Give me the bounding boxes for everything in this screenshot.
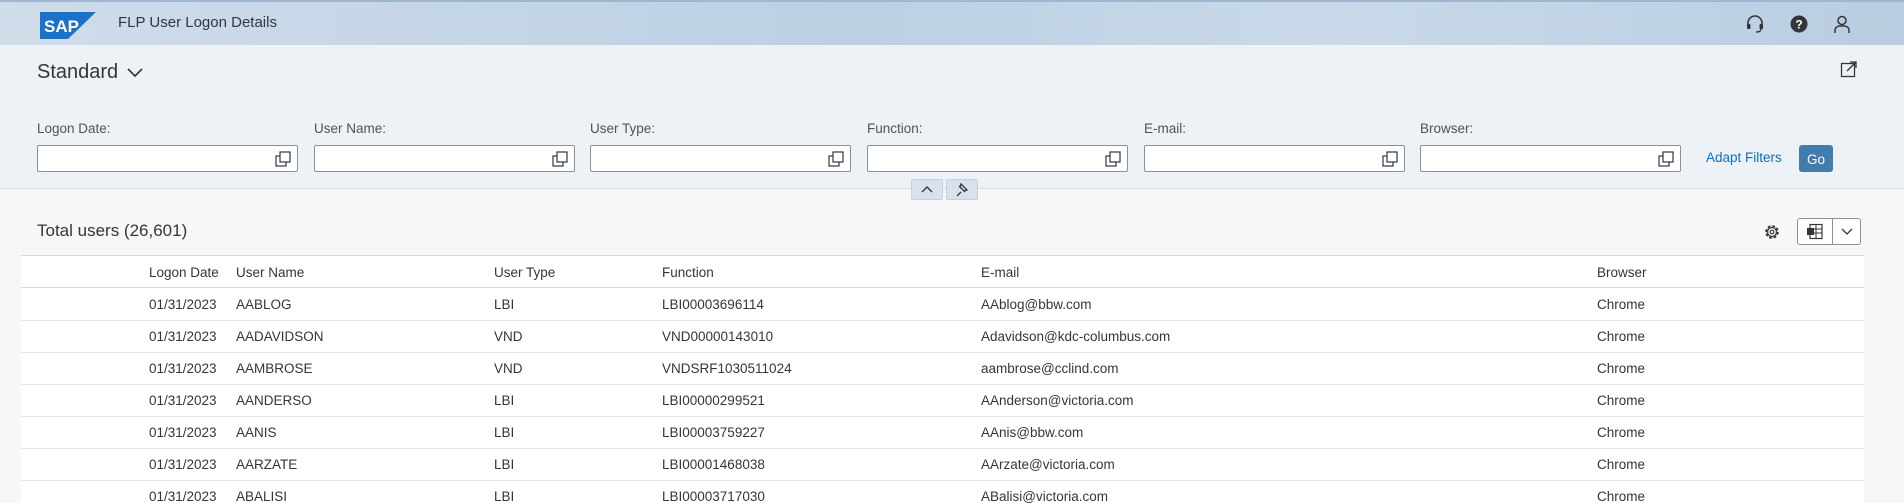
column-header-function[interactable]: Function bbox=[662, 265, 714, 280]
cell-browser: Chrome bbox=[1597, 361, 1646, 376]
user-icon[interactable] bbox=[1832, 14, 1852, 34]
cell-browser: Chrome bbox=[1597, 425, 1646, 440]
cell-function: LBI00001468038 bbox=[662, 457, 765, 472]
column-header-user-name[interactable]: User Name bbox=[236, 265, 304, 280]
cell-user-name: AARZATE bbox=[236, 457, 298, 472]
cell-logon-date: 01/31/2023 bbox=[149, 329, 217, 344]
cell-user-type: LBI bbox=[494, 297, 515, 312]
chevron-down-icon[interactable] bbox=[126, 67, 144, 79]
pin-header-button[interactable] bbox=[946, 179, 978, 200]
variant-name[interactable]: Standard bbox=[37, 61, 118, 84]
table-row[interactable]: 01/31/2023 AANDERSO LBI LBI00000299521 A… bbox=[21, 385, 1864, 417]
value-help-icon[interactable] bbox=[552, 151, 568, 167]
help-icon[interactable]: ? bbox=[1789, 14, 1809, 34]
cell-user-name: AABLOG bbox=[236, 297, 292, 312]
user-name-field[interactable] bbox=[314, 145, 575, 172]
cell-browser: Chrome bbox=[1597, 297, 1646, 312]
filter-label-email: E-mail: bbox=[1144, 121, 1187, 136]
function-field[interactable] bbox=[867, 145, 1128, 172]
cell-logon-date: 01/31/2023 bbox=[149, 489, 217, 503]
email-field[interactable] bbox=[1144, 145, 1405, 172]
export-button[interactable] bbox=[1797, 218, 1861, 245]
cell-user-type: VND bbox=[494, 361, 523, 376]
collapse-header-button[interactable] bbox=[911, 179, 943, 200]
cell-browser: Chrome bbox=[1597, 457, 1646, 472]
cell-user-name: AAMBROSE bbox=[236, 361, 313, 376]
filter-label-function: Function: bbox=[867, 121, 923, 136]
cell-email: AArzate@victoria.com bbox=[981, 457, 1115, 472]
pin-icon bbox=[956, 182, 969, 197]
cell-user-type: LBI bbox=[494, 489, 515, 503]
cell-email: Adavidson@kdc-columbus.com bbox=[981, 329, 1171, 344]
column-header-browser[interactable]: Browser bbox=[1597, 265, 1647, 280]
cell-user-type: LBI bbox=[494, 457, 515, 472]
go-button[interactable]: Go bbox=[1799, 145, 1833, 172]
chevron-down-icon[interactable] bbox=[1840, 226, 1854, 238]
table-toolbar: Total users (26,601) bbox=[21, 207, 1864, 255]
table-header-row: Logon Date User Name User Type Function … bbox=[21, 255, 1864, 288]
headset-icon[interactable] bbox=[1745, 14, 1765, 34]
cell-user-type: VND bbox=[494, 329, 523, 344]
cell-email: AAnis@bbw.com bbox=[981, 425, 1084, 440]
cell-function: VND00000143010 bbox=[662, 329, 774, 344]
cell-function: LBI00000299521 bbox=[662, 393, 765, 408]
filter-label-logon-date: Logon Date: bbox=[37, 121, 111, 136]
cell-logon-date: 01/31/2023 bbox=[149, 457, 217, 472]
browser-field[interactable] bbox=[1420, 145, 1681, 172]
cell-function: VNDSRF1030511024 bbox=[662, 361, 792, 376]
cell-email: AAnderson@victoria.com bbox=[981, 393, 1134, 408]
cell-browser: Chrome bbox=[1597, 489, 1646, 503]
chevron-up-icon bbox=[921, 186, 933, 193]
cell-browser: Chrome bbox=[1597, 393, 1646, 408]
export-spreadsheet-icon bbox=[1807, 223, 1823, 240]
share-icon[interactable] bbox=[1840, 60, 1858, 78]
table-row[interactable]: 01/31/2023 AARZATE LBI LBI00001468038 AA… bbox=[21, 449, 1864, 481]
cell-logon-date: 01/31/2023 bbox=[149, 425, 217, 440]
svg-text:SAP: SAP bbox=[44, 17, 79, 36]
filter-label-user-type: User Type: bbox=[590, 121, 656, 136]
value-help-icon[interactable] bbox=[828, 151, 844, 167]
filter-label-browser: Browser: bbox=[1420, 121, 1474, 136]
cell-user-name: AANDERSO bbox=[236, 393, 312, 408]
cell-function: LBI00003717030 bbox=[662, 489, 765, 503]
cell-logon-date: 01/31/2023 bbox=[149, 393, 217, 408]
adapt-filters-button[interactable]: Adapt Filters bbox=[1706, 150, 1782, 165]
table-row[interactable]: 01/31/2023 AANIS LBI LBI00003759227 AAni… bbox=[21, 417, 1864, 449]
cell-user-name: ABALISI bbox=[236, 489, 288, 503]
cell-email: ABalisi@victoria.com bbox=[981, 489, 1108, 503]
cell-logon-date: 01/31/2023 bbox=[149, 361, 217, 376]
svg-text:?: ? bbox=[1795, 18, 1802, 32]
settings-icon[interactable] bbox=[1762, 222, 1782, 242]
sap-logo[interactable]: SAP bbox=[40, 12, 96, 39]
filter-bar: Standard Logon Date: User Name: User Typ… bbox=[0, 45, 1904, 200]
table-row[interactable]: 01/31/2023 AADAVIDSON VND VND00000143010… bbox=[21, 321, 1864, 353]
cell-function: LBI00003759227 bbox=[662, 425, 765, 440]
app-title[interactable]: FLP User Logon Details bbox=[118, 14, 277, 31]
user-type-field[interactable] bbox=[590, 145, 851, 172]
cell-browser: Chrome bbox=[1597, 329, 1646, 344]
value-help-icon[interactable] bbox=[1382, 151, 1398, 167]
value-help-icon[interactable] bbox=[275, 151, 291, 167]
column-header-user-type[interactable]: User Type bbox=[494, 265, 555, 280]
table-title: Total users (26,601) bbox=[37, 221, 188, 240]
cell-user-type: LBI bbox=[494, 425, 515, 440]
cell-email: AAblog@bbw.com bbox=[981, 297, 1092, 312]
column-header-logon-date[interactable]: Logon Date bbox=[149, 265, 219, 280]
cell-user-name: AANIS bbox=[236, 425, 277, 440]
table-row[interactable]: 01/31/2023 ABALISI LBI LBI00003717030 AB… bbox=[21, 481, 1864, 503]
filter-label-user-name: User Name: bbox=[314, 121, 387, 136]
table-row[interactable]: 01/31/2023 AAMBROSE VND VNDSRF1030511024… bbox=[21, 353, 1864, 385]
shell-bar: SAP FLP User Logon Details ? bbox=[0, 0, 1904, 45]
users-table: Total users (26,601) Logon Date User Nam… bbox=[21, 207, 1864, 503]
cell-email: aambrose@cclind.com bbox=[981, 361, 1119, 376]
value-help-icon[interactable] bbox=[1105, 151, 1121, 167]
cell-function: LBI00003696114 bbox=[662, 297, 764, 312]
column-header-email[interactable]: E-mail bbox=[981, 265, 1019, 280]
logon-date-field[interactable] bbox=[37, 145, 298, 172]
cell-user-name: AADAVIDSON bbox=[236, 329, 324, 344]
table-row[interactable]: 01/31/2023 AABLOG LBI LBI00003696114 AAb… bbox=[21, 289, 1864, 321]
value-help-icon[interactable] bbox=[1658, 151, 1674, 167]
cell-logon-date: 01/31/2023 bbox=[149, 297, 217, 312]
cell-user-type: LBI bbox=[494, 393, 515, 408]
